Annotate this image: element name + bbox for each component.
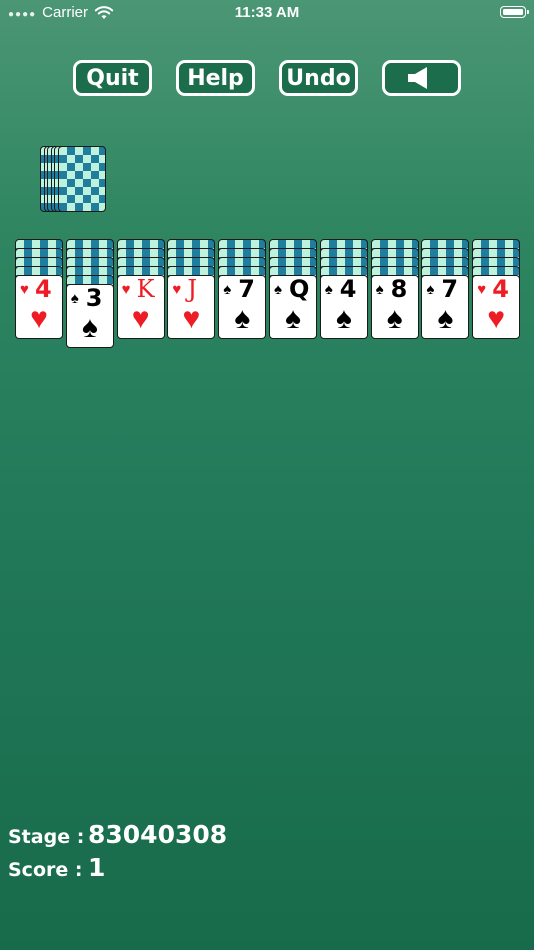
stage-info: Stage :83040308 [8, 820, 227, 849]
clock: 11:33 AM [234, 4, 300, 21]
card-suit-small: ♠ [375, 281, 384, 298]
face-up-card[interactable]: ♥ J ♥ [167, 275, 216, 339]
card-rank: K [136, 275, 155, 303]
card-suit-large: ♥ [30, 302, 48, 335]
undo-button[interactable]: Undo [279, 60, 358, 96]
card-rank: 4 [339, 275, 357, 303]
card-rank: J [187, 275, 198, 303]
face-up-card[interactable]: ♠ Q ♠ [269, 275, 317, 339]
help-button[interactable]: Help [176, 60, 255, 96]
face-up-card[interactable]: ♠ 8 ♠ [370, 275, 419, 339]
score-label: Score : [8, 859, 83, 881]
card-suit-small: ♠ [426, 281, 435, 298]
battery-icon [500, 6, 529, 18]
face-up-card[interactable]: ♠ 7 ♠ [421, 275, 470, 339]
face-up-card[interactable]: ♥ K ♥ [116, 275, 165, 339]
sound-button[interactable] [382, 60, 461, 96]
card-rank: 7 [238, 275, 255, 303]
card-suit-large: ♠ [285, 302, 301, 335]
stock-pile[interactable] [40, 146, 112, 214]
face-up-card[interactable]: ♠ 4 ♠ [319, 275, 368, 339]
face-up-card[interactable]: ♠ 3 ♠ [65, 284, 114, 348]
card-rank: 4 [35, 275, 52, 303]
card-suit-small: ♥ [477, 281, 487, 298]
card-suit-large: ♥ [182, 302, 201, 335]
card-rank: 8 [390, 275, 408, 303]
quit-button[interactable]: Quit [73, 60, 152, 96]
card-suit-small: ♠ [70, 290, 79, 307]
status-bar: ●●●● Carrier 11:33 AM [0, 0, 534, 26]
card-suit-small: ♠ [223, 281, 232, 298]
card-rank: 7 [441, 275, 459, 303]
card-rank: Q [289, 275, 310, 303]
card-rank: 4 [492, 275, 509, 303]
card-suit-small: ♥ [172, 281, 182, 298]
card-suit-large: ♠ [335, 302, 352, 335]
score-info: Score :1 [8, 853, 105, 882]
card-suit-small: ♠ [274, 281, 282, 298]
face-up-card[interactable]: ♥ 4 ♥ [472, 275, 521, 339]
card-suit-large: ♠ [386, 302, 403, 335]
card-suit-large: ♠ [81, 311, 98, 344]
stock-card-back[interactable] [58, 146, 106, 212]
stage-value: 83040308 [88, 820, 228, 849]
score-value: 1 [88, 853, 106, 882]
card-suit-small: ♥ [20, 281, 29, 298]
card-suit-large: ♥ [131, 302, 150, 335]
card-suit-small: ♥ [121, 281, 131, 298]
face-up-card[interactable]: ♥ 4 ♥ [15, 275, 63, 339]
card-suit-large: ♠ [437, 302, 454, 335]
stage-label: Stage : [8, 826, 85, 848]
speaker-icon [407, 67, 427, 89]
card-suit-small: ♠ [324, 281, 333, 298]
card-rank: 3 [85, 284, 103, 312]
face-up-card[interactable]: ♠ 7 ♠ [218, 275, 267, 339]
card-suit-large: ♠ [234, 302, 251, 335]
card-suit-large: ♥ [487, 302, 506, 335]
